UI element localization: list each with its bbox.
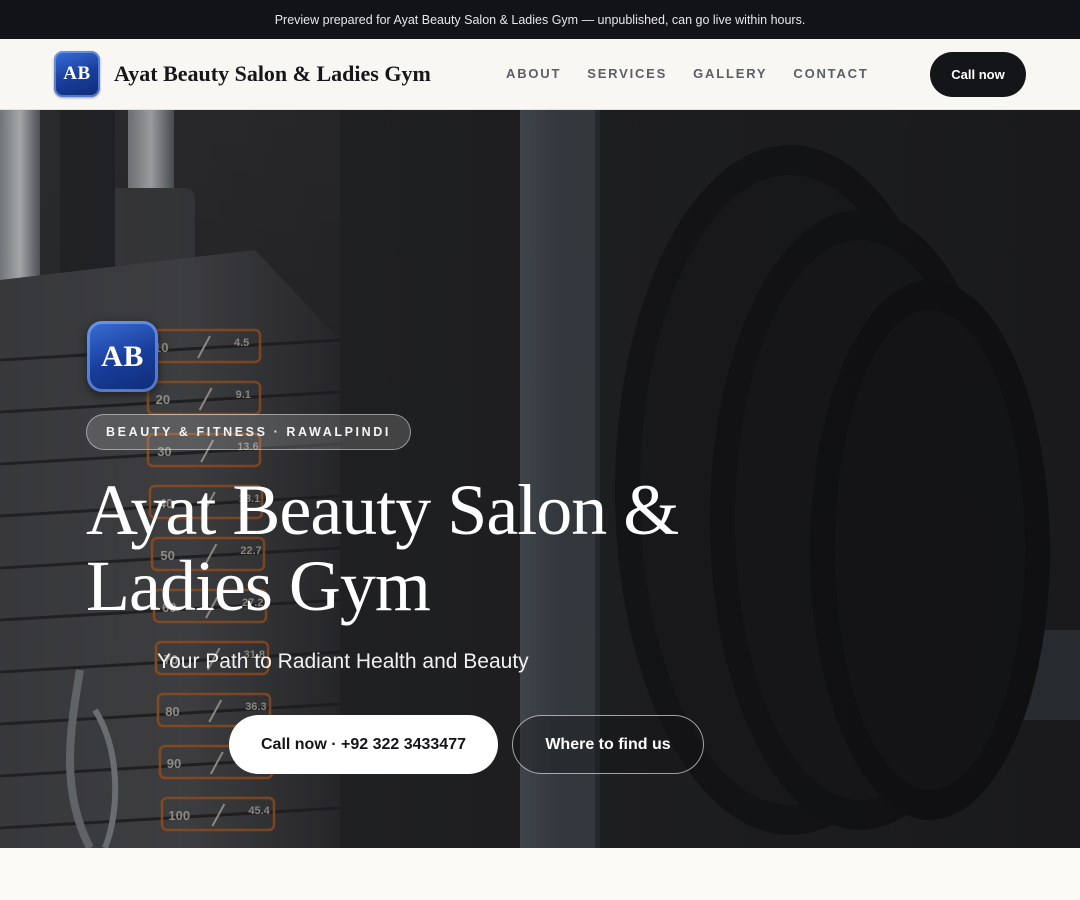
nav-gallery[interactable]: GALLERY (693, 66, 767, 81)
hero-logo: AB (87, 321, 158, 392)
main-nav: ABOUT SERVICES GALLERY CONTACT (506, 66, 869, 81)
brand-name[interactable]: Ayat Beauty Salon & Ladies Gym (114, 61, 431, 87)
hero-tagline: Your Path to Radiant Health and Beauty (157, 650, 529, 673)
brand-logo[interactable]: AB (54, 51, 100, 97)
hero-call-button[interactable]: Call now · +92 322 3433477 (229, 715, 498, 774)
hero-eyebrow-badge: BEAUTY & FITNESS · RAWALPINDI (86, 414, 411, 450)
preview-banner: Preview prepared for Ayat Beauty Salon &… (0, 0, 1080, 39)
brand-logo-text: AB (63, 63, 91, 84)
nav-services[interactable]: SERVICES (587, 66, 667, 81)
preview-banner-text: Preview prepared for Ayat Beauty Salon &… (274, 12, 806, 27)
nav-about[interactable]: ABOUT (506, 66, 561, 81)
header-call-button[interactable]: Call now (930, 52, 1026, 97)
hero-title: Ayat Beauty Salon & Ladies Gym (86, 470, 679, 626)
nav-contact[interactable]: CONTACT (793, 66, 868, 81)
hero-logo-text: AB (101, 339, 144, 373)
hero-section: 104.5209.13013.64018.15022.76027.27031.8… (0, 110, 1080, 848)
hero-directions-button[interactable]: Where to find us (512, 715, 704, 774)
site-header: AB Ayat Beauty Salon & Ladies Gym ABOUT … (0, 39, 1080, 110)
